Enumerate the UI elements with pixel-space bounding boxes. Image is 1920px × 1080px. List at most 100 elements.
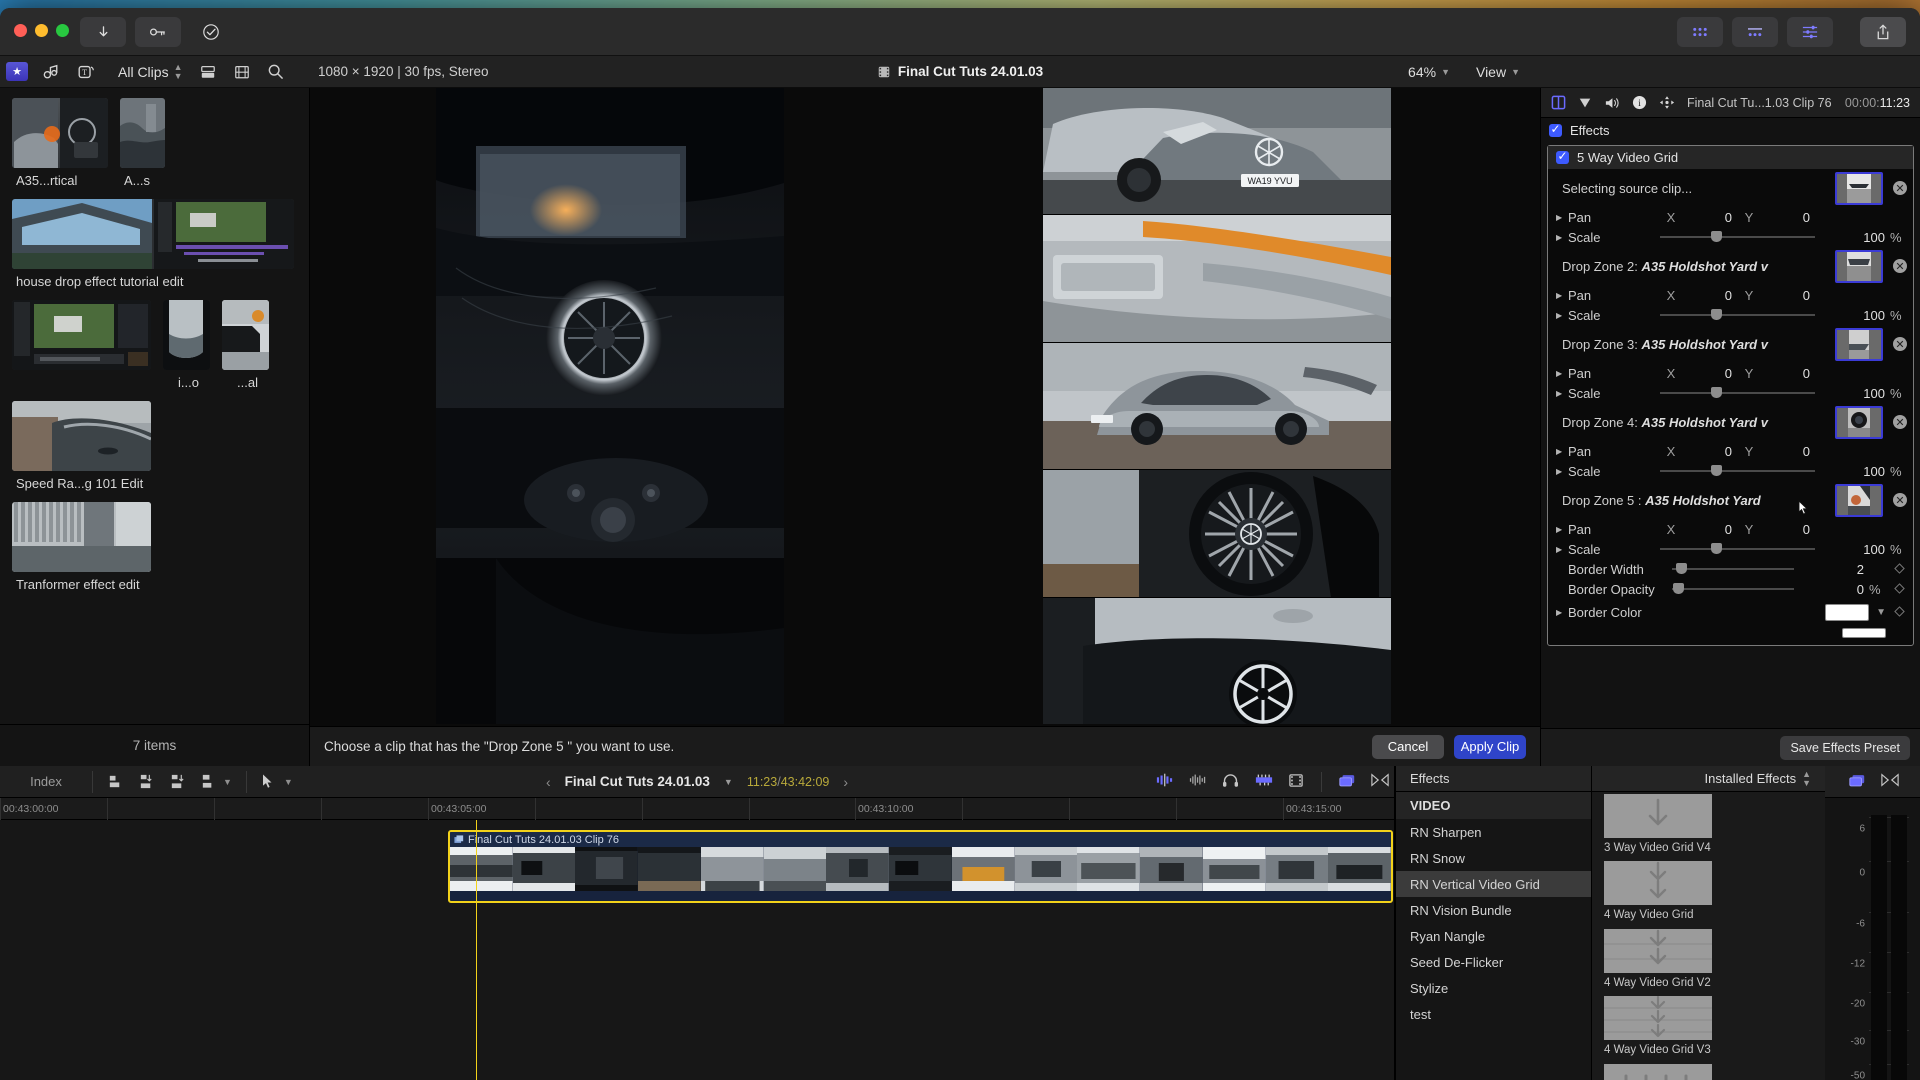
border-color-swatch[interactable]	[1825, 604, 1869, 621]
clip-appearance-icon[interactable]	[1848, 773, 1865, 790]
inspector-body[interactable]: Effects 5 Way Video Grid Selecting sourc…	[1541, 118, 1920, 728]
drop-zone-5-scale-row[interactable]: ▶ Scale 100 %	[1548, 539, 1913, 559]
grid-view-icon[interactable]	[1677, 17, 1723, 47]
zoom-level-dropdown[interactable]: 64% ▼	[1408, 64, 1450, 80]
effects-list-item-rn-sharpen[interactable]: RN Sharpen	[1396, 819, 1591, 845]
border-width-row[interactable]: Border Width 2	[1548, 559, 1913, 579]
browser-item[interactable]	[12, 300, 151, 370]
border-width-value[interactable]: 2	[1800, 562, 1864, 577]
download-icon[interactable]	[80, 17, 126, 47]
timeline-project-name[interactable]: Final Cut Tuts 24.01.03	[565, 774, 710, 789]
disclosure-triangle-icon[interactable]: ▶	[1556, 608, 1568, 617]
clip-thumbnail[interactable]	[12, 502, 151, 572]
chevron-down-icon[interactable]: ▼	[284, 777, 293, 787]
keyframe-icon[interactable]	[1894, 583, 1907, 596]
info-inspector-icon[interactable]: i	[1632, 95, 1647, 110]
clip-thumbnail[interactable]	[12, 98, 108, 168]
scale-slider[interactable]	[1660, 464, 1815, 478]
border-width-slider[interactable]	[1672, 562, 1794, 576]
disclosure-triangle-icon[interactable]: ▶	[1556, 213, 1568, 222]
effect-thumbnail-item[interactable]: 4 Way Video Grid	[1604, 861, 1712, 928]
select-tool-icon[interactable]	[261, 773, 278, 790]
scale-slider[interactable]	[1660, 542, 1815, 556]
effect-preview[interactable]	[1604, 996, 1712, 1040]
disclosure-triangle-icon[interactable]: ▶	[1556, 369, 1568, 378]
effect-preview[interactable]	[1604, 794, 1712, 838]
pan-x-value[interactable]: 0	[1688, 288, 1732, 303]
audio-meters-body[interactable]: 6 0 -6 -12 -20 -30 -50 -∞ L R	[1825, 799, 1920, 1080]
clip-thumbnail[interactable]	[12, 199, 294, 269]
drop-zone-4-pan-row[interactable]: ▶ Pan X 0 Y 0	[1548, 441, 1913, 461]
filmstrip-icon[interactable]	[1288, 773, 1305, 790]
chevron-down-icon[interactable]: ▼	[724, 777, 733, 787]
audio-config-icon[interactable]	[1255, 773, 1272, 790]
maximize-window-button[interactable]	[56, 24, 69, 37]
installed-effects-dropdown[interactable]: Installed Effects ▲▼	[1592, 766, 1825, 791]
effects-list-item-rn-vertical-video-grid[interactable]: RN Vertical Video Grid	[1396, 871, 1591, 897]
sliders-icon[interactable]	[1787, 17, 1833, 47]
effects-list-item-test[interactable]: test	[1396, 1001, 1591, 1027]
effect-thumbnail-item[interactable]: 4 Way Video Grid V4	[1604, 1064, 1712, 1080]
keyframe-icon[interactable]	[1894, 606, 1907, 619]
append-icon[interactable]	[138, 773, 155, 790]
effects-category-video[interactable]: VIDEO	[1396, 792, 1591, 819]
border-opacity-slider[interactable]	[1672, 582, 1794, 596]
border-color-row[interactable]: ▶ Border Color ▼	[1548, 599, 1913, 625]
pan-x-value[interactable]: 0	[1688, 210, 1732, 225]
disclosure-triangle-icon[interactable]: ▶	[1556, 467, 1568, 476]
drop-zone-3-clear-icon[interactable]: ✕	[1893, 337, 1907, 351]
pan-x-value[interactable]: 0	[1688, 522, 1732, 537]
previous-project-icon[interactable]: ‹	[546, 774, 551, 790]
scale-value[interactable]: 100	[1821, 386, 1885, 401]
browser-item[interactable]: house drop effect tutorial edit	[12, 199, 297, 289]
audio-waveform-icon[interactable]	[1156, 773, 1173, 790]
effect-header[interactable]: 5 Way Video Grid	[1548, 146, 1913, 169]
effect-enable-checkbox[interactable]	[1556, 151, 1569, 164]
effect-preview[interactable]	[1604, 929, 1712, 973]
clip-thumbnail[interactable]	[12, 401, 151, 471]
pan-y-value[interactable]: 0	[1766, 522, 1810, 537]
border-opacity-row[interactable]: Border Opacity 0 %	[1548, 579, 1913, 599]
close-window-button[interactable]	[14, 24, 27, 37]
browser-item[interactable]: Tranformer effect edit	[12, 502, 297, 592]
border-opacity-value[interactable]: 0	[1800, 582, 1864, 597]
apply-clip-button[interactable]: Apply Clip	[1454, 735, 1526, 759]
drop-zone-1-well[interactable]	[1835, 172, 1883, 205]
effect-thumbnail-item[interactable]: 4 Way Video Grid V2	[1604, 929, 1712, 996]
timeline-canvas[interactable]: Final Cut Tuts 24.01.03 Clip 76	[0, 820, 1394, 1080]
effect-preview[interactable]	[1604, 861, 1712, 905]
disclosure-triangle-icon[interactable]: ▶	[1556, 389, 1568, 398]
pan-x-value[interactable]: 0	[1688, 366, 1732, 381]
effects-list-item-rn-vision-bundle[interactable]: RN Vision Bundle	[1396, 897, 1591, 923]
effect-thumbnail-item[interactable]: 4 Way Video Grid V3	[1604, 996, 1712, 1063]
disclosure-triangle-icon[interactable]: ▶	[1556, 233, 1568, 242]
timeline-ruler[interactable]: 00:43:00:00 00:43:05:00 00:43:10:00 00:4…	[0, 798, 1394, 820]
video-inspector-icon[interactable]	[1551, 95, 1566, 110]
drop-zone-3-pan-row[interactable]: ▶ Pan X 0 Y 0	[1548, 363, 1913, 383]
key-icon[interactable]	[135, 17, 181, 47]
scale-value[interactable]: 100	[1821, 542, 1885, 557]
clip-thumbnail[interactable]	[12, 300, 151, 370]
drop-zone-1-scale-row[interactable]: ▶ Scale 100 %	[1548, 227, 1913, 247]
drop-zone-2-clear-icon[interactable]: ✕	[1893, 259, 1907, 273]
clip-thumbnail[interactable]	[163, 300, 210, 370]
clip-thumbnail[interactable]	[120, 98, 165, 168]
headphones-icon[interactable]	[1222, 773, 1239, 790]
effects-category-list[interactable]: VIDEO RN Sharpen RN Snow RN Vertical Vid…	[1396, 792, 1592, 1080]
checkmark-icon[interactable]	[188, 17, 234, 47]
audio-meter-icon[interactable]	[1189, 773, 1206, 790]
effects-list-item-stylize[interactable]: Stylize	[1396, 975, 1591, 1001]
scale-slider[interactable]	[1660, 308, 1815, 322]
chevron-down-icon[interactable]: ▼	[1876, 607, 1886, 618]
timeline-playhead[interactable]	[476, 820, 477, 1080]
disclosure-triangle-icon[interactable]: ▶	[1556, 311, 1568, 320]
scale-slider[interactable]	[1660, 386, 1815, 400]
scale-value[interactable]: 100	[1821, 308, 1885, 323]
disclosure-triangle-icon[interactable]: ▶	[1556, 291, 1568, 300]
effect-thumbnail-item[interactable]: 3 Way Video Grid V4	[1604, 794, 1712, 861]
video-preview-canvas[interactable]: WA19 YVU	[436, 88, 1391, 724]
disclosure-triangle-icon[interactable]: ▶	[1556, 447, 1568, 456]
chevron-down-icon[interactable]: ▼	[223, 777, 232, 787]
keyframe-icon[interactable]	[1894, 563, 1907, 576]
browser-item[interactable]: A35...rtical	[12, 98, 108, 199]
